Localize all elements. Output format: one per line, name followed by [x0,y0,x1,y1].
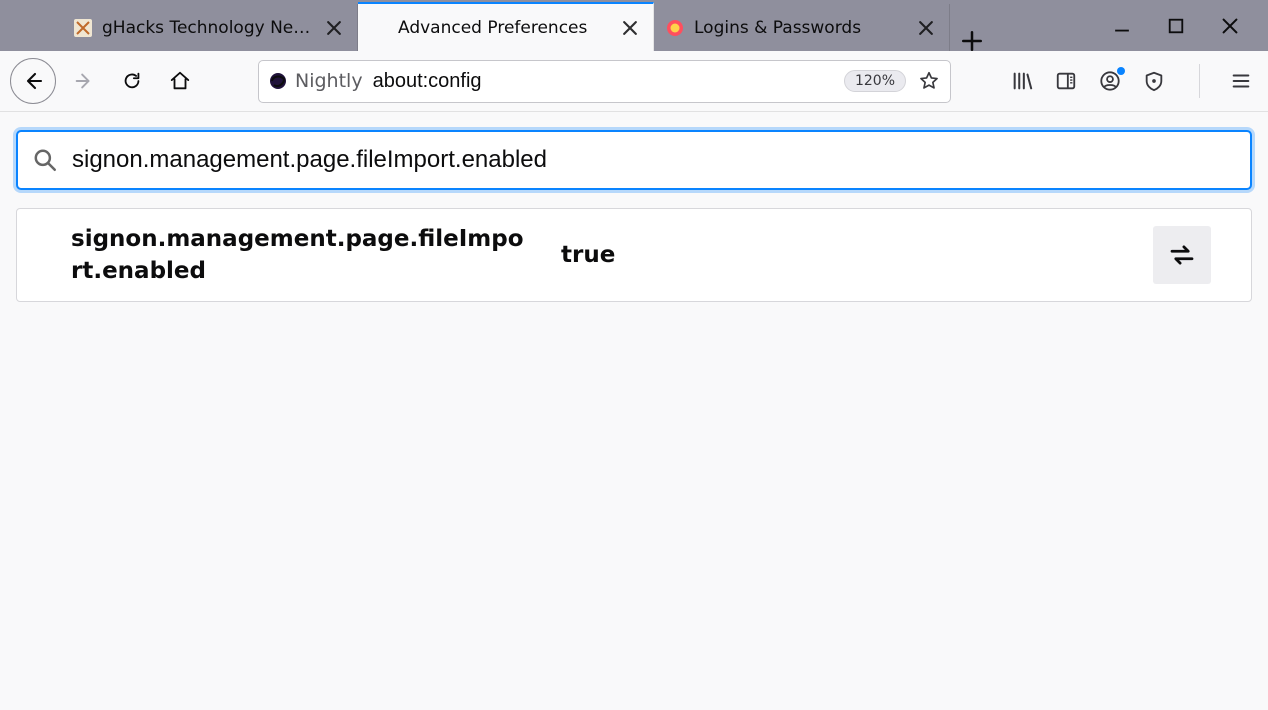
close-icon[interactable] [619,17,641,39]
url-input[interactable] [373,70,834,93]
identity-label: Nightly [295,70,363,92]
close-icon[interactable] [323,17,345,39]
tab-ghacks[interactable]: gHacks Technology News [62,4,358,51]
maximize-button[interactable] [1166,16,1186,36]
blank-favicon [370,19,388,37]
tab-bar: gHacks Technology News Advanced Preferen… [0,0,1090,51]
pref-name: signon.management.page.fileImport.enable… [71,223,531,287]
new-tab-button[interactable] [950,31,994,51]
account-icon[interactable] [1097,68,1123,94]
config-search-input[interactable] [72,146,1236,174]
tab-logins-passwords[interactable]: Logins & Passwords [654,4,950,51]
tab-title: Logins & Passwords [694,18,905,38]
close-icon[interactable] [915,17,937,39]
pref-value: true [561,242,1123,268]
toolbar-icons [959,64,1254,98]
bookmark-star-icon[interactable] [916,68,942,94]
window-close-button[interactable] [1220,16,1240,36]
titlebar: gHacks Technology News Advanced Preferen… [0,0,1268,51]
ublock-shield-icon[interactable] [1141,68,1167,94]
firefox-nightly-icon [269,72,287,90]
toggle-arrows-icon [1167,240,1197,270]
app-menu-button[interactable] [1228,68,1254,94]
ghacks-favicon [74,19,92,37]
config-search-row [16,130,1252,190]
zoom-badge[interactable]: 120% [844,70,906,92]
lockwise-favicon [666,19,684,37]
identity-box[interactable]: Nightly [269,70,363,92]
nav-toolbar: Nightly 120% [0,51,1268,112]
minimize-button[interactable] [1112,16,1132,36]
tab-title: gHacks Technology News [102,18,313,38]
library-icon[interactable] [1009,68,1035,94]
tab-advanced-preferences[interactable]: Advanced Preferences [358,2,654,51]
window-controls [1090,0,1268,51]
url-bar[interactable]: Nightly 120% [258,60,951,103]
search-icon [32,147,58,173]
toggle-pref-button[interactable] [1153,226,1211,284]
pref-row: signon.management.page.fileImport.enable… [16,208,1252,302]
reload-button[interactable] [112,61,152,101]
tab-title: Advanced Preferences [398,18,609,38]
sidebar-icon[interactable] [1053,68,1079,94]
back-button[interactable] [10,58,56,104]
about-config-page: signon.management.page.fileImport.enable… [0,112,1268,320]
toolbar-divider [1199,64,1200,98]
home-button[interactable] [160,61,200,101]
forward-button[interactable] [64,61,104,101]
